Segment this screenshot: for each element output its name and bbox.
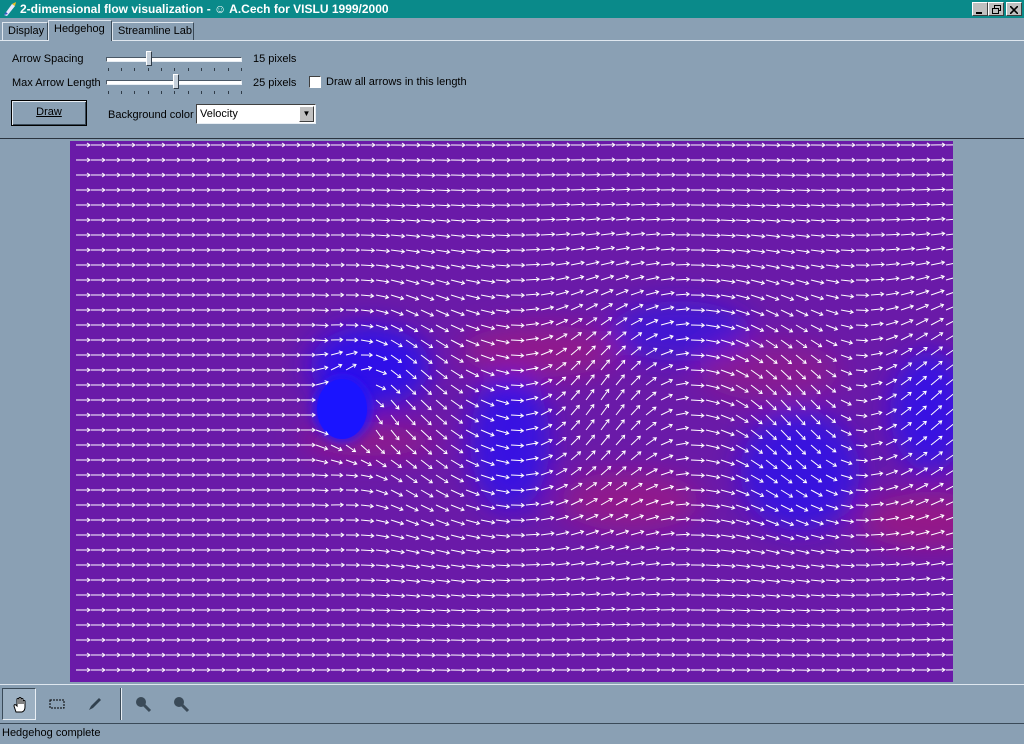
restore-button[interactable] bbox=[988, 2, 1004, 16]
tab-hedgehog[interactable]: Hedgehog bbox=[48, 20, 112, 41]
background-color-label: Background color bbox=[108, 109, 194, 121]
arrow-spacing-thumb[interactable] bbox=[146, 51, 152, 66]
tab-streamline-lab-label: Streamline Lab bbox=[118, 25, 192, 37]
hand-tool-button[interactable] bbox=[2, 688, 36, 720]
background-color-select[interactable]: Velocity ▼ bbox=[196, 104, 316, 124]
title-bar: 2-dimensional flow visualization - ☺ A.C… bbox=[0, 0, 1024, 18]
tab-display-label: Display bbox=[8, 25, 45, 37]
pen-tool-button[interactable] bbox=[78, 688, 112, 720]
draw-all-arrows-label[interactable]: Draw all arrows in this length bbox=[326, 76, 467, 88]
max-arrow-length-ticks bbox=[108, 91, 242, 95]
draw-button[interactable]: Draw bbox=[11, 100, 87, 126]
flow-visualization[interactable] bbox=[70, 141, 953, 682]
window-title: 2-dimensional flow visualization - ☺ A.C… bbox=[20, 2, 389, 16]
draw-button-label: Draw bbox=[36, 106, 62, 118]
background-color-value: Velocity bbox=[200, 108, 238, 120]
tab-hedgehog-label: Hedgehog bbox=[54, 23, 105, 35]
tab-streamline-lab[interactable]: Streamline Lab bbox=[112, 22, 194, 40]
app-icon bbox=[4, 2, 16, 16]
zoom-in-icon bbox=[136, 697, 152, 713]
chevron-down-icon[interactable]: ▼ bbox=[299, 106, 314, 122]
select-rect-icon bbox=[49, 699, 65, 709]
cylinder-core bbox=[317, 379, 367, 439]
select-rect-tool-button[interactable] bbox=[40, 688, 74, 720]
max-arrow-length-thumb[interactable] bbox=[173, 74, 179, 89]
pen-icon bbox=[89, 698, 101, 710]
arrow-spacing-slider[interactable] bbox=[106, 51, 242, 67]
arrow-spacing-track bbox=[106, 57, 242, 62]
max-arrow-length-slider[interactable] bbox=[106, 74, 242, 90]
minimize-button[interactable] bbox=[972, 2, 988, 16]
max-arrow-length-value: 25 pixels bbox=[253, 77, 297, 89]
status-bar: Hedgehog complete bbox=[0, 723, 1024, 744]
restore-icon bbox=[991, 5, 1001, 14]
hand-icon bbox=[13, 697, 26, 713]
tool-bar bbox=[0, 684, 1024, 722]
close-button[interactable] bbox=[1006, 2, 1022, 16]
zoom-out-icon bbox=[174, 697, 190, 713]
zoom-out-tool-button[interactable] bbox=[164, 688, 198, 720]
status-text: Hedgehog complete bbox=[2, 727, 101, 739]
arrow-spacing-ticks bbox=[108, 68, 242, 72]
max-arrow-length-label: Max Arrow Length bbox=[12, 77, 101, 89]
hedgehog-panel: Arrow Spacing 15 pixels Max Arrow Length… bbox=[0, 40, 1024, 139]
arrow-spacing-label: Arrow Spacing bbox=[12, 53, 84, 65]
zoom-in-tool-button[interactable] bbox=[126, 688, 160, 720]
tab-display[interactable]: Display bbox=[2, 22, 48, 40]
close-icon bbox=[1009, 5, 1019, 15]
draw-all-arrows-checkbox[interactable] bbox=[309, 76, 321, 88]
minimize-icon bbox=[976, 12, 982, 14]
arrow-spacing-value: 15 pixels bbox=[253, 53, 297, 65]
toolbar-separator bbox=[120, 688, 122, 720]
